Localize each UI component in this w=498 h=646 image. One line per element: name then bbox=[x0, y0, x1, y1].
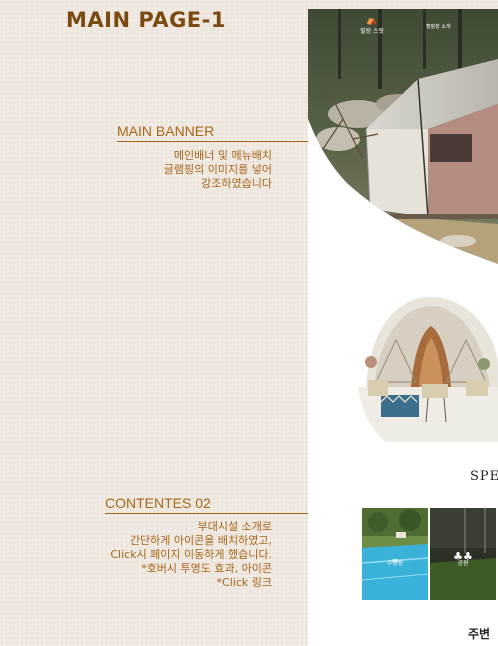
contents-02-line-1: 부대시설 소개로 bbox=[197, 520, 272, 533]
thumb-label-pool: 수영장 bbox=[386, 560, 404, 567]
facility-thumb-pool[interactable]: ♒ 수영장 bbox=[362, 508, 428, 600]
main-banner-description: 메인배너 및 메뉴배치 글램핑의 이미지를 넣어 강조하였습니다 bbox=[164, 149, 272, 191]
main-banner-underline bbox=[117, 141, 308, 142]
main-banner-image: ⛺ 힐링 스팟 캠핑장 소개 bbox=[308, 9, 498, 284]
contents-02-heading: CONTENTES 02 bbox=[105, 495, 211, 511]
contents-02-line-2: 간단하게 아이콘을 배치하였고, bbox=[129, 534, 272, 547]
site-logo[interactable]: ⛺ 힐링 스팟 bbox=[360, 16, 384, 36]
main-banner-heading: MAIN BANNER bbox=[117, 123, 215, 139]
thumb-label-park: 공원 bbox=[457, 560, 469, 567]
page-title: MAIN PAGE-1 bbox=[66, 8, 226, 32]
special-heading: SPE bbox=[470, 469, 498, 484]
contents-02-line-3: Click시 페이지 이동하게 했습니다. bbox=[110, 548, 272, 561]
nav-item-camping-intro[interactable]: 캠핑장 소개 bbox=[426, 23, 451, 30]
contents-02-line-4: *호버시 투명도 효과, 아이콘 bbox=[141, 562, 272, 575]
nearby-heading: 주변 bbox=[468, 627, 491, 641]
main-banner-line-1: 메인배너 및 메뉴배치 bbox=[173, 149, 272, 162]
main-banner-line-3: 강조하였습니다 bbox=[201, 177, 272, 190]
tent-logo-icon: ⛺ bbox=[366, 16, 378, 26]
contents-02-underline bbox=[105, 513, 308, 514]
contents-02-description: 부대시설 소개로 간단하게 아이콘을 배치하였고, Click시 페이지 이동하… bbox=[110, 520, 272, 590]
main-banner-line-2: 글램핑의 이미지를 넣어 bbox=[163, 163, 272, 176]
contents-02-line-5: *Click 링크 bbox=[216, 576, 272, 589]
site-logo-text: 힐링 스팟 bbox=[360, 28, 384, 35]
site-preview: ⛺ 힐링 스팟 캠핑장 소개 SPE ♒ 수영장 ♣♣ 공원 주변 bbox=[308, 9, 498, 646]
glamping-tent-image bbox=[356, 292, 498, 442]
facility-thumb-park[interactable]: ♣♣ 공원 bbox=[430, 508, 496, 600]
